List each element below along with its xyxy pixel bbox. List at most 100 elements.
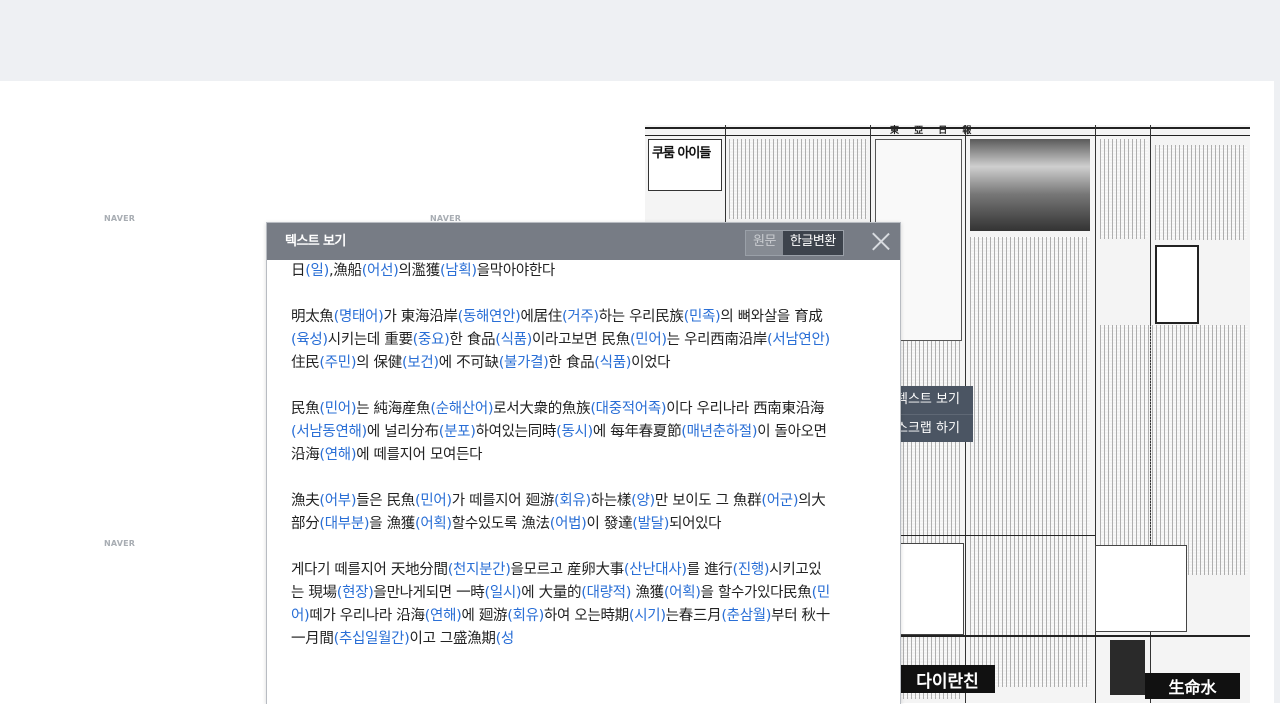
paragraph-text: 만 보이도 그 魚群 [654,493,762,509]
paragraph-text: 에 떼를지어 모여든다 [356,447,483,463]
hangul-reading: (민어) [319,401,357,417]
text-paragraph: 民魚(민어)는 純海産魚(순해산어)로서大衆的魚族(대중적어족)이다 우리나라 … [291,398,831,467]
paragraph-text: 을만나게되면 一時 [373,585,485,601]
hangul-reading: (서남동연해) [291,424,367,440]
hangul-reading: (주민) [319,355,357,371]
paragraph-text: 는春三月 [665,608,722,624]
paragraph-text: 明太魚 [291,309,334,325]
hangul-reading: (매년춘하절) [681,424,758,440]
hangul-reading: (산난대사) [623,562,687,578]
paragraph-text: 住民 [291,355,320,371]
paragraph-text: 가 떼를지어 廻游 [451,493,555,509]
hangul-reading: (성 [495,631,515,647]
hangul-reading: (현장) [336,585,374,601]
paragraph-text: 할수있도록 漁法 [451,516,550,532]
hangul-convert-button[interactable]: 한글변환 [782,231,843,255]
paragraph-text: 에居住 [520,309,562,325]
watermark-naver-1: NAVER [104,214,136,223]
paragraph-text: 하는 우리民族 [598,309,684,325]
paragraph-text: 하는樣 [590,493,632,509]
paragraph-text: 을 할수가있다民魚 [700,585,812,601]
hangul-reading: (춘삼월) [721,608,772,624]
paragraph-text: 는 純海産魚 [356,401,431,417]
paragraph-text: 을막아야한다 [476,263,556,279]
newspaper-ad-bottom-right: 生命水 [1145,673,1240,699]
paragraph-text: 하여 오는時期 [544,608,629,624]
text-paragraph: 漁夫(어부)들은 民魚(민어)가 떼를지어 廻游(회유)하는樣(양)만 보이도 … [291,490,831,536]
paragraph-text: 이고 그盛漁期 [409,631,496,647]
newspaper-header-rule [645,135,1250,136]
paragraph-text: 하여있는同時 [475,424,557,440]
hangul-reading: (순해산어) [430,401,494,417]
paragraph-text: 을모르고 産卵大事 [510,562,625,578]
hangul-reading: (어획) [663,585,701,601]
hangul-reading: (동해연안) [457,309,521,325]
newspaper-boxed-title [1155,245,1199,324]
paragraph-text: 에 大量的 [521,585,582,601]
paragraph-text: 한 食品 [449,332,496,348]
hangul-reading: (거주) [561,309,599,325]
paragraph-text: 에 每年春夏節 [592,424,682,440]
hangul-reading: (어부) [319,493,357,509]
hangul-reading: (어획) [415,516,452,532]
text-paragraph: 明太魚(명태어)가 東海沿岸(동해연안)에居住(거주)하는 우리民族(민족)의 … [291,306,831,375]
text-paragraph: 日(일),漁船(어선)의濫獲(남획)을막아야한다 [291,260,831,283]
hangul-reading: (민어) [415,493,452,509]
hangul-reading: (회유) [507,608,545,624]
hangul-reading: (불가결) [498,355,549,371]
hangul-reading: (남획) [439,263,477,279]
hangul-reading: (연해) [319,447,357,463]
hangul-reading: (분포) [438,424,476,440]
text-view-panel: 텍스트 보기 원문 한글변환 日(일),漁船(어선)의濫獲(남획)을막아야한다 … [266,222,901,704]
hangul-reading: (어군) [761,493,799,509]
hangul-reading: (양) [631,493,655,509]
panel-scrollbar[interactable] [887,260,900,704]
paragraph-text: 에 不可缺 [438,355,499,371]
paragraph-text: 떼가 우리나라 沿海 [309,608,425,624]
paragraph-text: 이었다 [631,355,671,371]
paragraph-text: 시키는데 重要 [327,332,413,348]
hangul-reading: (어법) [549,516,587,532]
hangul-reading: (회유) [554,493,591,509]
hangul-reading: (어선) [361,263,399,279]
hangul-reading: (식품) [495,332,533,348]
hangul-reading: (천지분간) [447,562,511,578]
paragraph-text: 漁夫 [291,493,320,509]
hangul-reading: (서남연안) [766,332,830,348]
paragraph-text: 들은 民魚 [356,493,415,509]
hangul-reading: (중요) [412,332,450,348]
paragraph-text: 가 東海沿岸 [383,309,458,325]
paragraph-text: 게다기 떼를지어 天地分間 [291,562,448,578]
newspaper-text-block [729,139,867,219]
paragraph-text: 에 廻游 [461,608,508,624]
paragraph-text: 民魚 [291,401,320,417]
close-icon[interactable] [870,231,891,252]
paragraph-text: 이라고보면 民魚 [532,332,630,348]
watermark-naver-3: NAVER [104,539,136,548]
hangul-reading: (시기) [628,608,666,624]
view-mode-toggle: 원문 한글변환 [745,230,844,256]
paragraph-text: 을 漁獲 [369,516,415,532]
paragraph-text: 이 發達 [586,516,633,532]
newspaper-ad-top-left-text: 쿠룸 아이들 [652,146,711,161]
hangul-reading: (대량적) [581,585,632,601]
text-paragraph: 게다기 떼를지어 天地分間(천지분간)을모르고 産卵大事(산난대사)를 進行(진… [291,559,831,651]
hangul-reading: (육성) [291,332,328,348]
newspaper-ad-window [1095,545,1187,632]
paragraph-text: 日 [291,263,306,279]
newspaper-ad-illustration [900,543,964,635]
paragraph-text: 漁船 [333,263,362,279]
hangul-reading: (일) [305,263,329,279]
newspaper-ad-bottom-left: 다이란친 [900,665,995,693]
original-text-button[interactable]: 원문 [746,231,783,255]
panel-text-body: 日(일),漁船(어선)의濫獲(남획)을막아야한다 明太魚(명태어)가 東海沿岸(… [291,260,831,704]
newspaper-ad-bottle [1110,640,1145,695]
newspaper-section-rule [875,635,1250,637]
hangul-reading: (동시) [556,424,593,440]
paragraph-text: 에 널리分布 [366,424,439,440]
panel-title: 텍스트 보기 [285,234,346,249]
newspaper-text-block [1100,139,1148,239]
top-toolbar-area [0,0,1280,81]
